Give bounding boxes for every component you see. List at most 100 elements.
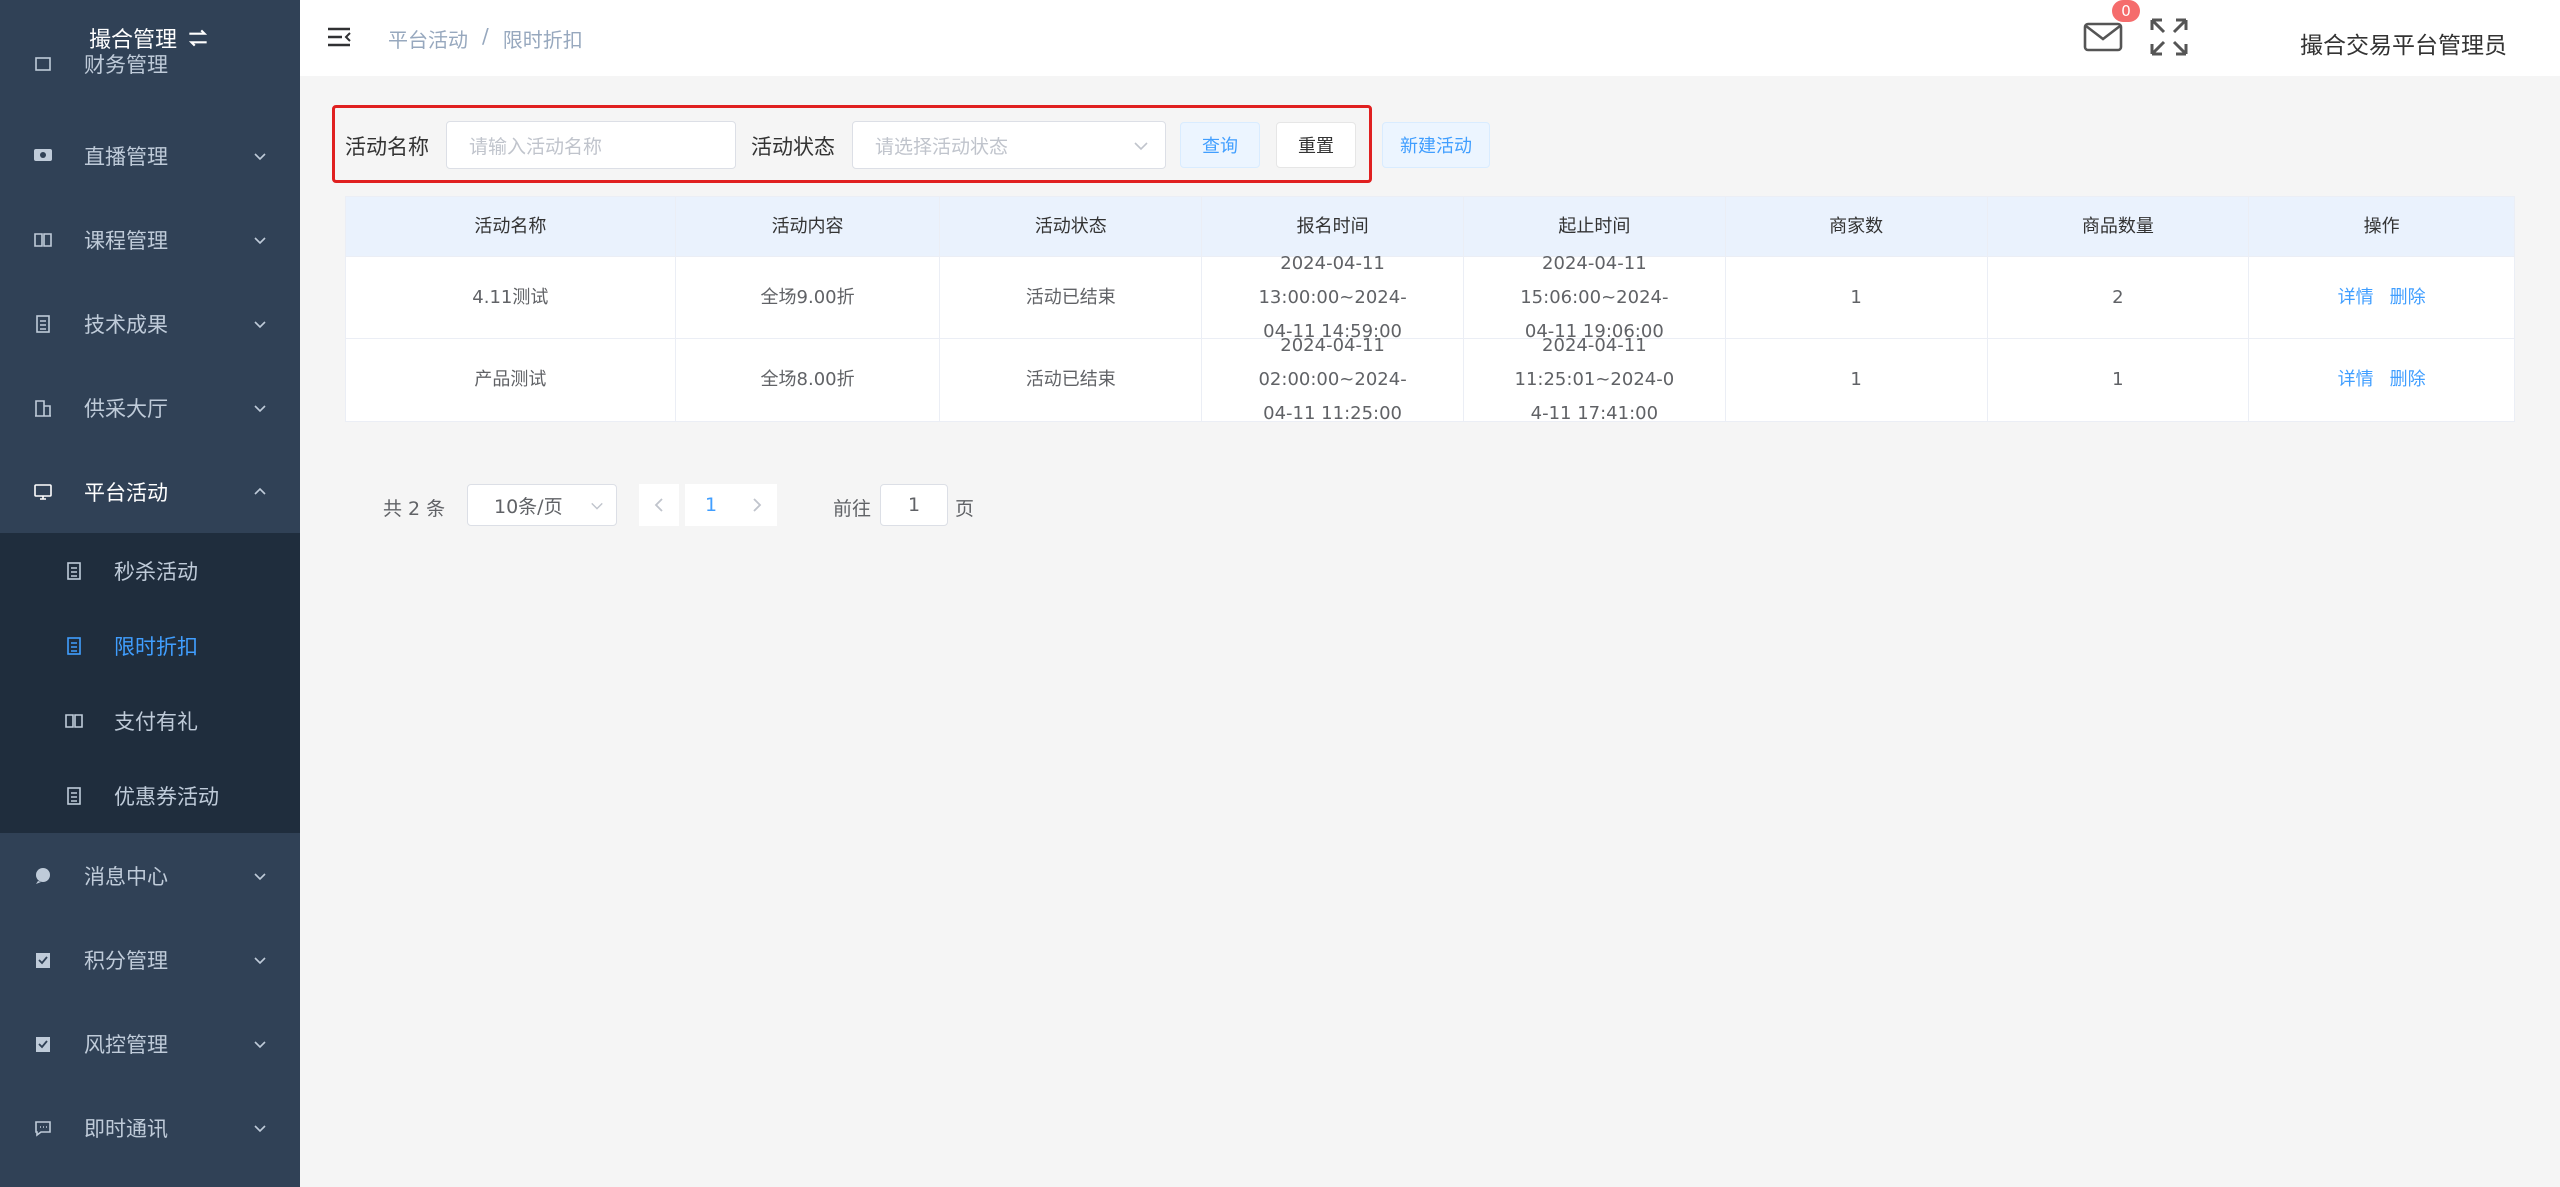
clipboard-icon	[32, 949, 54, 971]
reset-button[interactable]: 重置	[1276, 122, 1356, 168]
table-row: 产品测试 全场8.00折 活动已结束 2024-04-11 02:00:00~2…	[346, 335, 2514, 424]
goto-unit: 页	[955, 498, 975, 520]
sidebar-item-flash-sale[interactable]: 秒杀活动	[0, 533, 300, 608]
sidebar-item-live[interactable]: 直播管理	[0, 114, 300, 198]
chevron-up-icon	[254, 487, 266, 495]
breadcrumb-item[interactable]: 平台活动	[388, 24, 468, 53]
sidebar-item-limited-discount[interactable]: 限时折扣	[0, 608, 300, 683]
activity-name-label: 活动名称	[345, 135, 429, 159]
pagination-total: 共 2 条	[383, 498, 446, 520]
top-header: 平台活动 / 限时折扣 0 撮合交易平台管理员	[300, 0, 2560, 76]
sidebar-item-purchase[interactable]: 供采大厅	[0, 366, 300, 450]
sidebar-item-tech[interactable]: 技术成果	[0, 282, 300, 366]
cell-period: 2024-04-11 11:25:01~2024-0 4-11 17:41:00	[1464, 335, 1726, 424]
page-size-select[interactable]: 10条/页	[467, 484, 617, 526]
money-icon	[32, 53, 54, 75]
column-header: 商品数量	[1988, 197, 2250, 256]
chevron-down-icon	[254, 1041, 266, 1049]
detail-link[interactable]: 详情	[2338, 281, 2374, 315]
column-header: 活动名称	[346, 197, 676, 256]
document-icon	[64, 786, 84, 806]
breadcrumb: 平台活动 / 限时折扣	[388, 24, 583, 53]
column-header: 操作	[2363, 215, 2400, 237]
activity-status-label: 活动状态	[751, 135, 835, 159]
activity-status-select[interactable]: 请选择活动状态	[852, 121, 1166, 169]
cell-signup-time: 2024-04-11 02:00:00~2024- 04-11 11:25:00	[1202, 335, 1464, 424]
sidebar-item-label: 即时通讯	[84, 1117, 168, 1141]
submenu-platform-activity: 秒杀活动 限时折扣 支付有礼 优惠券活动	[0, 533, 300, 833]
fullscreen-icon[interactable]	[2148, 16, 2190, 58]
sidebar-item-label: 技术成果	[84, 313, 168, 337]
chevron-down-icon	[254, 153, 266, 161]
cell-actions: 详情 删除	[2249, 257, 2514, 338]
new-activity-button[interactable]: 新建活动	[1382, 122, 1490, 168]
chat-icon	[32, 865, 54, 887]
activity-table: 活动名称 活动内容 活动状态 报名时间 起止时间 商家数 商品数量 操作 4.1…	[345, 196, 2515, 424]
document-icon	[64, 561, 84, 581]
cell-content: 全场9.00折	[676, 257, 941, 338]
cell-period: 2024-04-11 15:06:00~2024- 04-11 19:06:00	[1464, 253, 1726, 342]
cell-line: 4-11 17:41:00	[1530, 403, 1659, 424]
cell-line: 2024-04-11 15:06:00~2024-	[1520, 252, 1669, 308]
chevron-down-icon	[254, 1125, 266, 1133]
sidebar-item-label: 积分管理	[84, 949, 168, 973]
book-icon	[32, 229, 54, 251]
sidebar-item-coupon[interactable]: 优惠券活动	[0, 758, 300, 833]
goto-page-input[interactable]: 1	[880, 484, 948, 526]
chevron-down-icon	[1134, 142, 1148, 151]
book-icon	[64, 711, 84, 731]
screen-icon	[32, 481, 54, 503]
chevron-down-icon	[254, 957, 266, 965]
sidebar-item-points[interactable]: 积分管理	[0, 918, 300, 1002]
cell-line: 2024-04-11 13:00:00~2024-	[1258, 252, 1407, 308]
cell-products: 2	[1988, 257, 2250, 338]
query-button[interactable]: 查询	[1180, 122, 1260, 168]
breadcrumb-item: 限时折扣	[502, 28, 583, 52]
sidebar-item-platform-activity[interactable]: 平台活动	[0, 450, 300, 534]
breadcrumb-separator: /	[482, 24, 489, 48]
activity-name-input[interactable]: 请输入活动名称	[446, 121, 736, 169]
sidebar-item-label: 支付有礼	[114, 709, 198, 734]
chevron-down-icon	[254, 237, 266, 245]
sidebar-item-messages[interactable]: 消息中心	[0, 834, 300, 918]
sidebar-item-label: 课程管理	[84, 229, 168, 253]
sidebar-item-label: 直播管理	[84, 145, 168, 169]
building-icon	[32, 397, 54, 419]
page-size-value: 10条/页	[494, 495, 563, 518]
detail-link[interactable]: 详情	[2338, 363, 2374, 397]
cell-line: 2024-04-11 02:00:00~2024-	[1258, 335, 1407, 390]
document-icon	[64, 636, 84, 656]
sidebar-item-im[interactable]: 即时通讯	[0, 1086, 300, 1170]
cell-line: 04-11 11:25:00	[1263, 403, 1403, 424]
column-header: 商家数	[1726, 197, 1988, 256]
message-icon	[32, 1117, 54, 1139]
chevron-right-icon	[753, 498, 762, 512]
next-page-button[interactable]	[737, 484, 777, 526]
chevron-left-icon	[654, 498, 663, 512]
cell-name: 4.11测试	[346, 257, 676, 338]
menu-toggle-icon[interactable]	[326, 24, 352, 50]
cell-status: 活动已结束	[940, 339, 1203, 421]
delete-link[interactable]: 删除	[2390, 281, 2426, 315]
clipboard-icon	[32, 1033, 54, 1055]
prev-page-button[interactable]	[639, 484, 679, 526]
cell-signup-time: 2024-04-11 13:00:00~2024- 04-11 14:59:00	[1202, 253, 1464, 342]
mail-icon[interactable]	[2082, 18, 2124, 56]
sidebar-item-course[interactable]: 课程管理	[0, 198, 300, 282]
page-number-current[interactable]: 1	[685, 484, 737, 526]
select-placeholder: 请选择活动状态	[875, 135, 1009, 158]
username[interactable]: 撮合交易平台管理员	[2300, 26, 2507, 60]
column-header: 活动状态	[940, 197, 1203, 256]
sidebar-item-finance[interactable]: 财务管理	[0, 34, 300, 94]
avatar[interactable]	[2245, 8, 2295, 70]
cell-merchants: 1	[1726, 257, 1988, 338]
sidebar-item-risk[interactable]: 风控管理	[0, 1002, 300, 1086]
sidebar-item-label: 供采大厅	[84, 397, 168, 421]
sidebar-item-label: 限时折扣	[114, 634, 198, 659]
sidebar-item-pay-gift[interactable]: 支付有礼	[0, 683, 300, 758]
column-header: 活动内容	[676, 197, 941, 256]
sidebar-item-label: 平台活动	[84, 481, 168, 505]
sidebar: 撮合管理 财务管理 直播管理 课程管理 技术成果 供采大厅 平台活动 秒杀活动	[0, 0, 300, 1187]
delete-link[interactable]: 删除	[2390, 363, 2426, 397]
sidebar-item-label: 风控管理	[84, 1033, 168, 1057]
